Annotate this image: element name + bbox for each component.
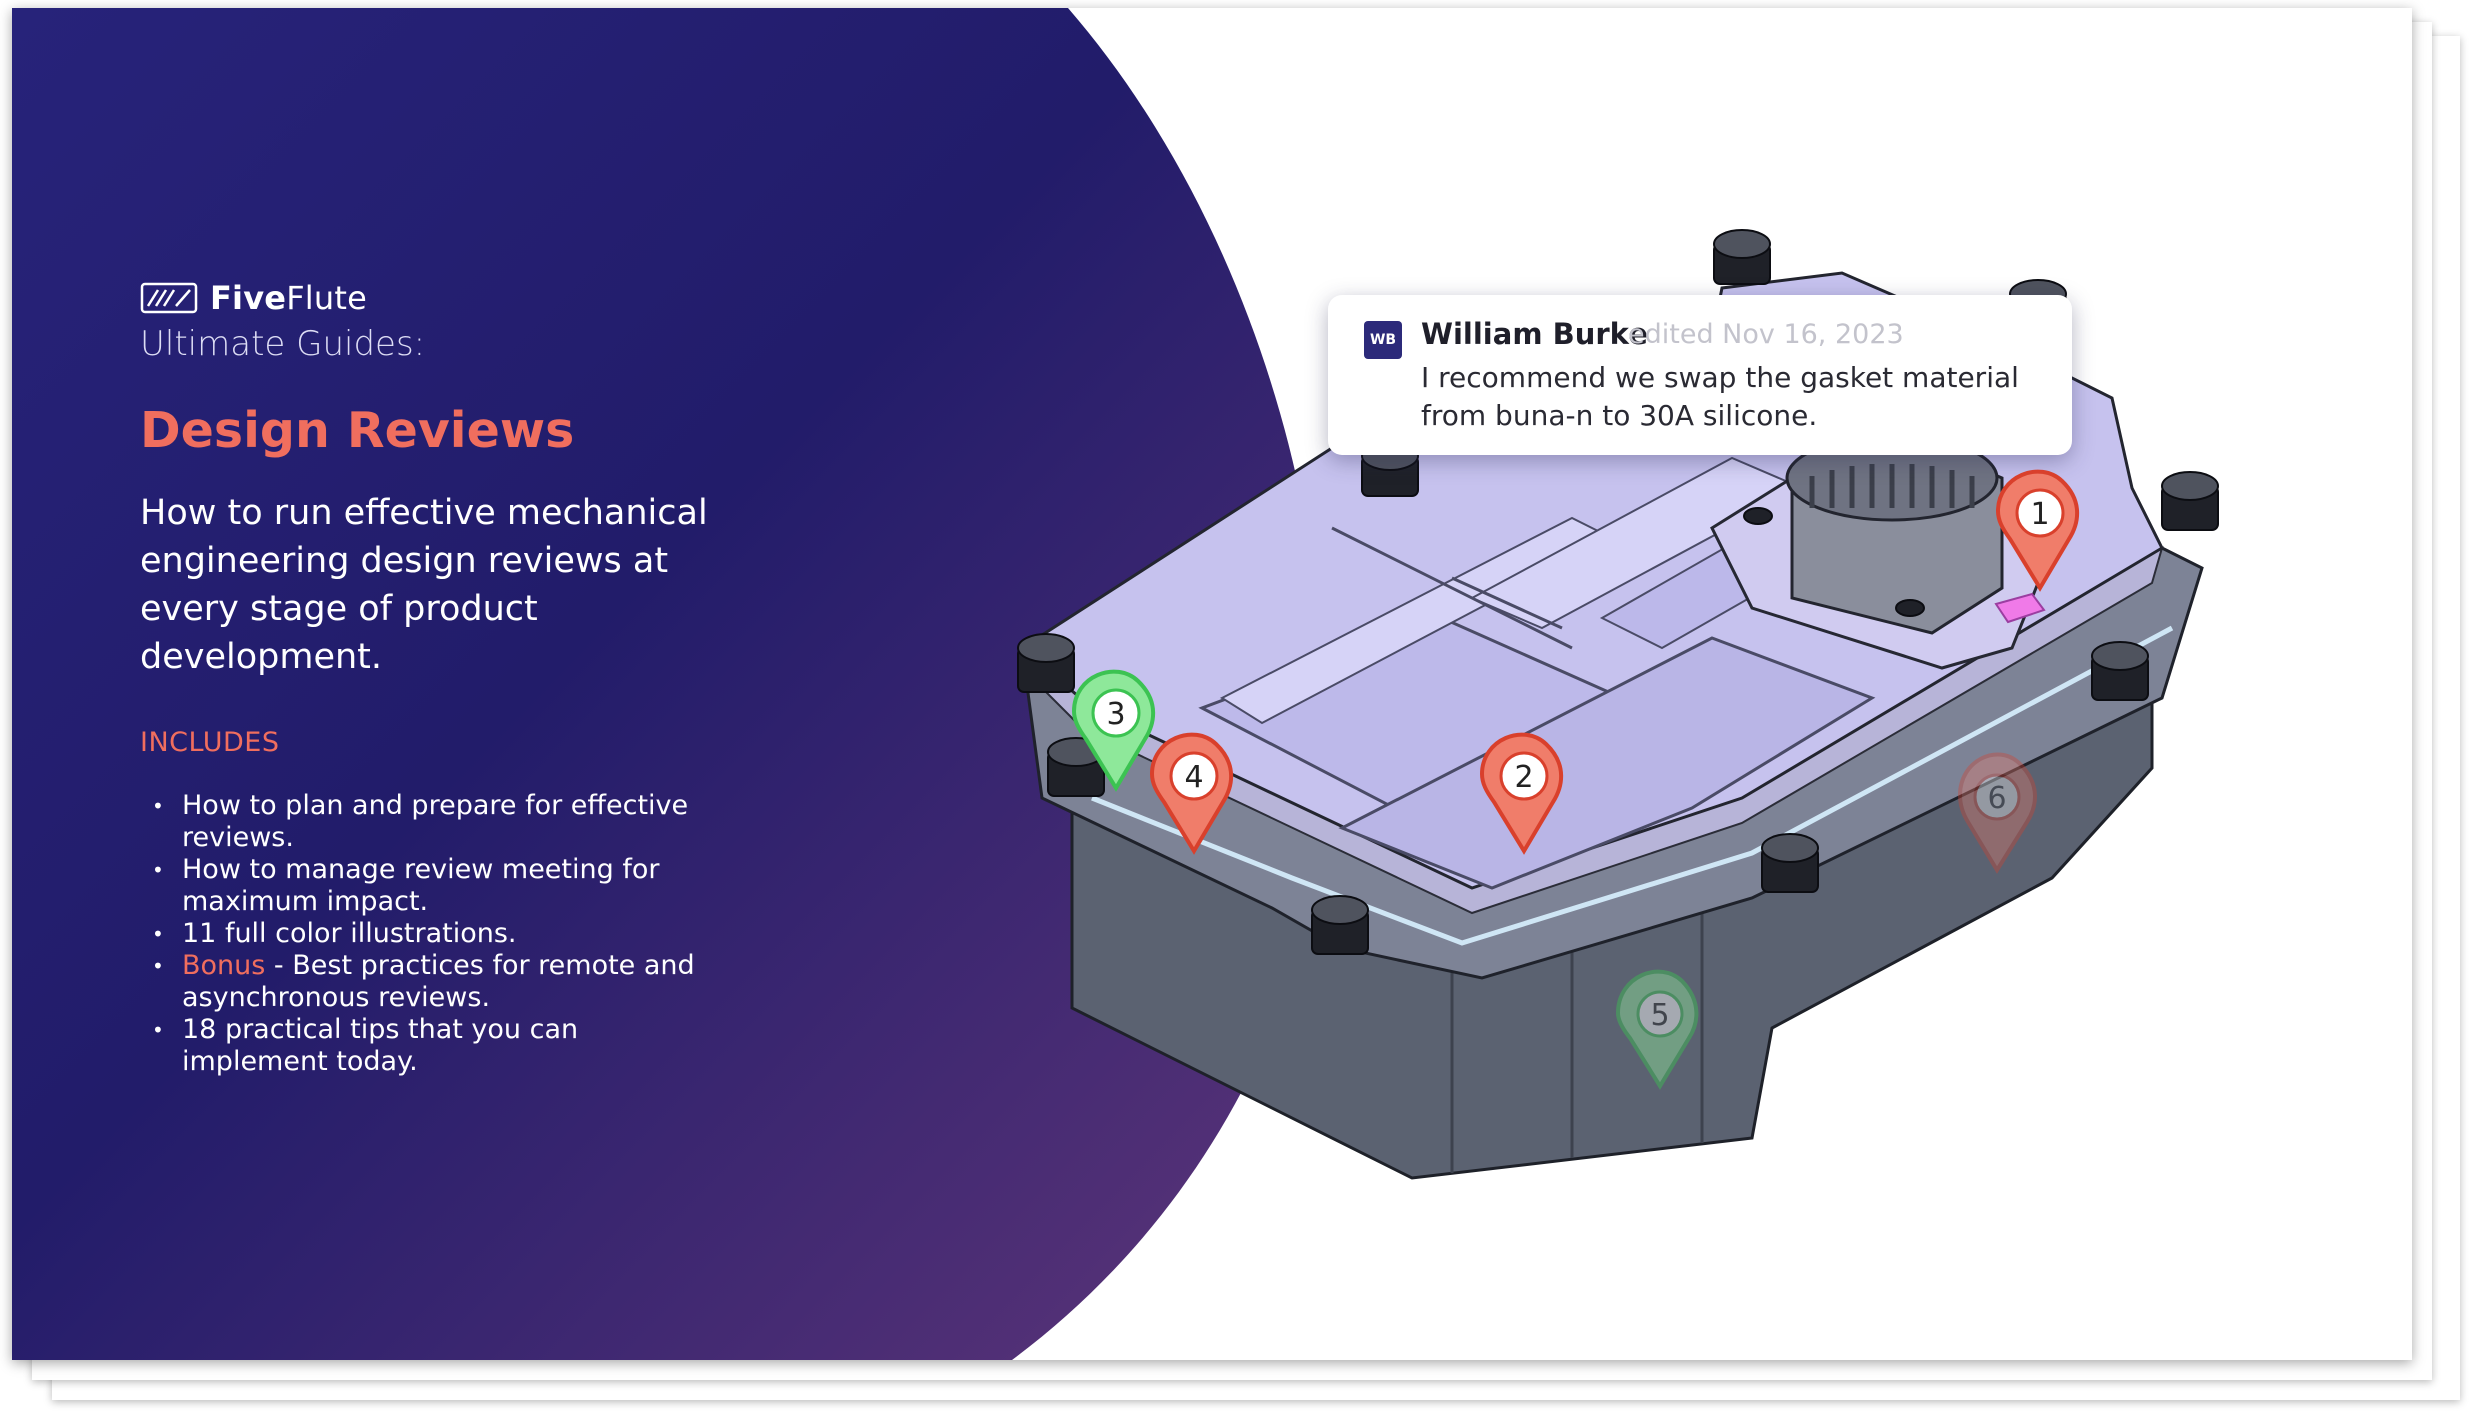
annotation-pin-4[interactable]: 4 — [1149, 732, 1234, 855]
annotation-pin-5[interactable]: 5 — [1615, 969, 1699, 1090]
annotation-pin-2[interactable]: 2 — [1479, 732, 1564, 855]
annotation-pins-layer: 6 5 1 2 4 3 — [1071, 469, 2080, 1090]
annotation-pin-3[interactable]: 3 — [1071, 669, 1156, 792]
annotation-pin-6[interactable]: 6 — [1957, 752, 2037, 874]
pin-label: 3 — [1106, 697, 1125, 732]
pin-label: 1 — [2030, 497, 2049, 532]
pin-label: 4 — [1184, 760, 1203, 795]
pin-label: 2 — [1514, 760, 1533, 795]
pin-label: 6 — [1987, 781, 2006, 816]
guide-cover-page: FiveFlute Ultimate Guides: Design Review… — [12, 8, 2412, 1360]
annotation-pin-1[interactable]: 1 — [1995, 469, 2080, 592]
pin-label: 5 — [1650, 998, 1669, 1033]
